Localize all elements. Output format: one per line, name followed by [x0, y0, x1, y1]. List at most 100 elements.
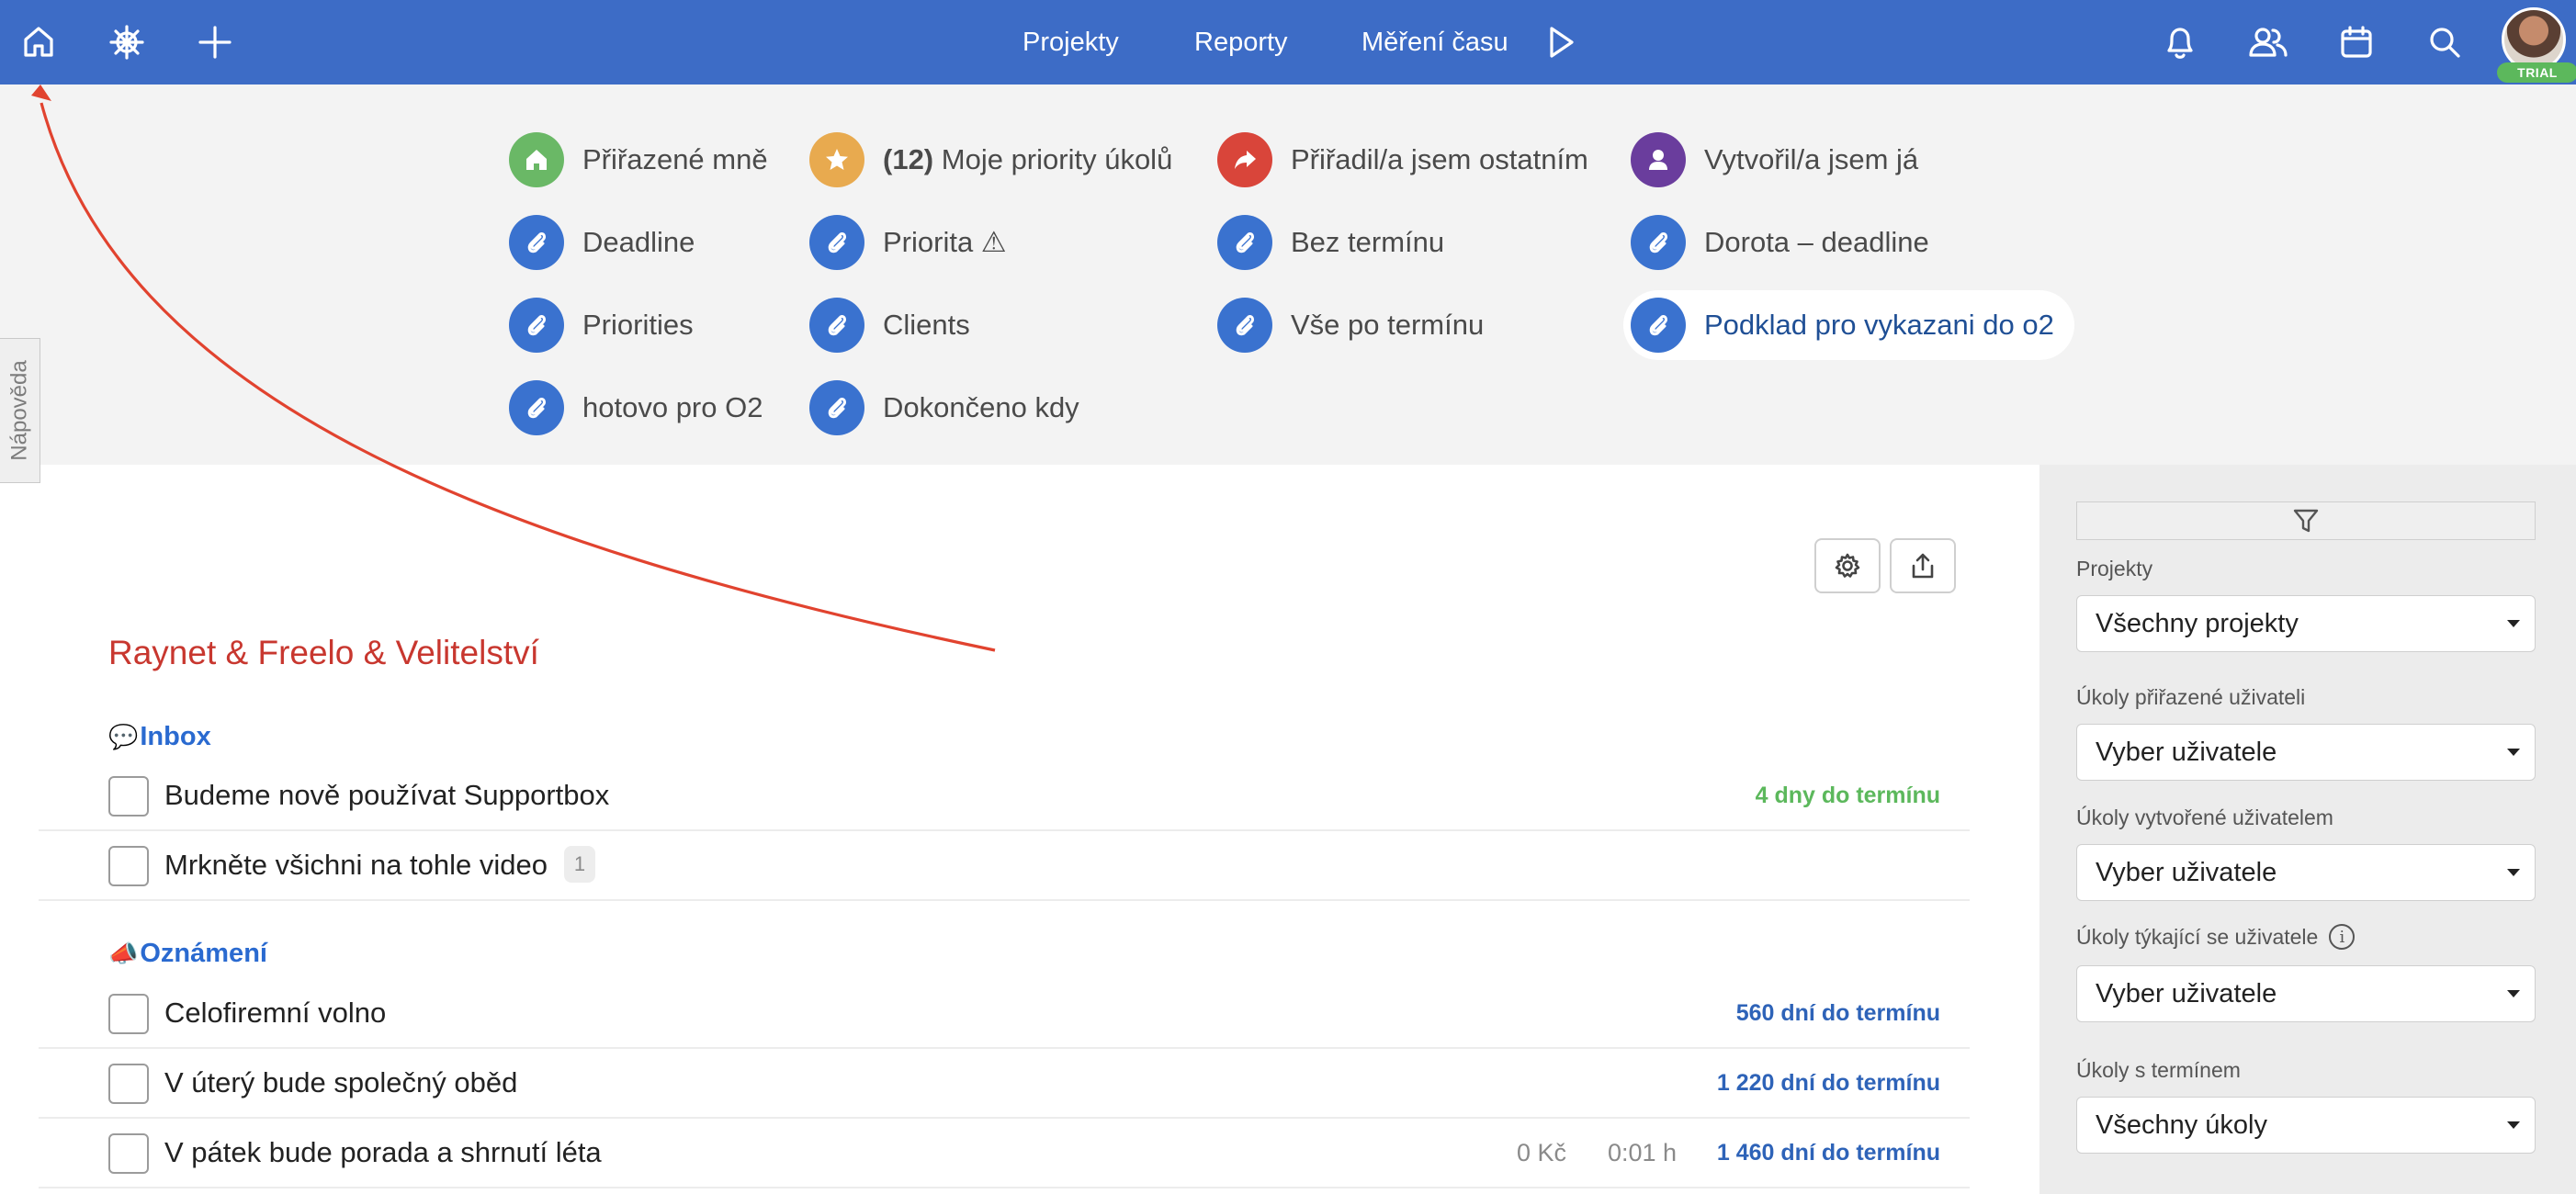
- priority-count: (12): [883, 143, 934, 175]
- select-value: Vyber uživatele: [2096, 979, 2277, 1008]
- help-tab[interactable]: Nápověda: [0, 338, 40, 483]
- quick-filter-bez-terminu[interactable]: Bez termínu: [1217, 208, 1444, 277]
- top-navigation-bar: Projekty Reporty Měření času TRIAL: [0, 0, 2576, 84]
- megaphone-icon: 📣: [108, 940, 139, 967]
- quick-filter-label: Přiřadil/a jsem ostatním: [1291, 143, 1588, 175]
- task-time: 0:01 h: [1608, 1139, 1678, 1166]
- caret-down-icon: [2507, 749, 2520, 756]
- section-title-text: Oznámení: [140, 939, 267, 968]
- task-name[interactable]: Mrkněte všichni na tohle video 1: [164, 831, 596, 899]
- quick-filter-label: Podklad pro vykazani do o2: [1704, 309, 2054, 341]
- user-icon: [1631, 132, 1686, 187]
- caret-down-icon: [2507, 869, 2520, 876]
- quick-filter-label: Priorita ⚠: [883, 226, 1007, 258]
- nav-time-tracking[interactable]: Měření času: [1361, 0, 1508, 84]
- quick-filter-assigned-to-me[interactable]: Přiřazené mně: [509, 125, 768, 195]
- task-row[interactable]: Mrkněte všichni na tohle video 1: [39, 831, 1970, 901]
- caret-down-icon: [2507, 990, 2520, 997]
- priority-label: Moje priority úkolů: [941, 143, 1173, 175]
- task-checkbox[interactable]: [108, 846, 149, 886]
- bell-icon[interactable]: [2157, 0, 2203, 84]
- helm-icon[interactable]: [101, 0, 153, 84]
- quick-filter-priorita[interactable]: Priorita ⚠: [809, 208, 1007, 277]
- paperclip-icon: [509, 380, 564, 435]
- quick-filters-panel: Přiřazené mně Deadline Priorities hotovo…: [0, 84, 2576, 465]
- quick-filter-label: Clients: [883, 309, 970, 341]
- nav-projects[interactable]: Projekty: [1022, 0, 1119, 84]
- share-arrow-icon: [1217, 132, 1272, 187]
- filter-label-with-deadline: Úkoly s termínem: [2076, 1058, 2241, 1082]
- filter-label-text: Úkoly týkající se uživatele: [2076, 924, 2319, 949]
- task-checkbox[interactable]: [108, 994, 149, 1034]
- quick-filter-label: Vše po termínu: [1291, 309, 1485, 341]
- select-value: Všechny úkoly: [2096, 1110, 2267, 1140]
- quick-filter-clients[interactable]: Clients: [809, 290, 970, 360]
- caret-down-icon: [2507, 620, 2520, 627]
- paperclip-icon: [809, 380, 864, 435]
- assigned-user-select[interactable]: Vyber uživatele: [2076, 724, 2536, 781]
- quick-filter-label: Deadline: [582, 226, 695, 258]
- plus-icon[interactable]: [189, 0, 241, 84]
- info-icon[interactable]: i: [2329, 924, 2356, 950]
- filter-label-projects: Projekty: [2076, 557, 2153, 580]
- quick-filter-label: Priorities: [582, 309, 694, 341]
- task-name[interactable]: Celofiremní volno: [164, 979, 386, 1047]
- quick-filter-priorities[interactable]: Priorities: [509, 290, 694, 360]
- quick-filter-my-priorities[interactable]: (12) Moje priority úkolů: [809, 125, 1172, 195]
- nav-reports[interactable]: Reporty: [1194, 0, 1288, 84]
- select-value: Všechny projekty: [2096, 609, 2299, 638]
- related-user-select[interactable]: Vyber uživatele: [2076, 965, 2536, 1022]
- quick-filter-label: Bez termínu: [1291, 226, 1445, 258]
- task-row[interactable]: Budeme nově používat Supportbox 4 dny do…: [39, 761, 1970, 831]
- task-checkbox[interactable]: [108, 1064, 149, 1104]
- task-name[interactable]: Budeme nově používat Supportbox: [164, 761, 609, 829]
- user-avatar[interactable]: TRIAL: [2497, 7, 2576, 83]
- quick-filter-label: Přiřazené mně: [582, 143, 768, 175]
- comment-count-badge: 1: [564, 845, 596, 883]
- quick-filter-assigned-to-others[interactable]: Přiřadil/a jsem ostatním: [1217, 125, 1588, 195]
- paperclip-icon: [1631, 298, 1686, 353]
- calendar-icon[interactable]: [2333, 0, 2379, 84]
- task-row[interactable]: V pátek bude porada a shrnutí léta 0 Kč …: [39, 1119, 1970, 1188]
- task-checkbox[interactable]: [108, 776, 149, 817]
- home-icon[interactable]: [13, 0, 64, 84]
- projects-select[interactable]: Všechny projekty: [2076, 595, 2536, 652]
- task-due: 1 220 dní do termínu: [1716, 1070, 1940, 1096]
- quick-filter-deadline[interactable]: Deadline: [509, 208, 695, 277]
- task-name-text: Mrkněte všichni na tohle video: [164, 849, 548, 881]
- task-row[interactable]: Celofiremní volno 560 dní do termínu: [39, 979, 1970, 1049]
- filter-label-related-to-user: Úkoly týkající se uživatele i: [2076, 924, 2356, 950]
- export-icon: [1912, 553, 1934, 579]
- search-icon[interactable]: [2422, 0, 2468, 84]
- settings-icon: [1835, 553, 1860, 578]
- home-icon: [509, 132, 564, 187]
- quick-filter-label: (12) Moje priority úkolů: [883, 143, 1172, 176]
- task-name[interactable]: V úterý bude společný oběd: [164, 1049, 517, 1117]
- quick-filter-vse-po-terminu[interactable]: Vše po termínu: [1217, 290, 1484, 360]
- quick-filter-label: Dorota – deadline: [1704, 226, 1929, 258]
- created-by-user-select[interactable]: Vyber uživatele: [2076, 844, 2536, 901]
- funnel-icon: [2293, 509, 2319, 533]
- quick-filter-dorota-deadline[interactable]: Dorota – deadline: [1631, 208, 1929, 277]
- users-icon[interactable]: [2243, 0, 2293, 84]
- export-button[interactable]: [1890, 538, 1956, 593]
- task-name[interactable]: V pátek bude porada a shrnutí léta: [164, 1119, 602, 1187]
- quick-filter-podklad-pro-vykazani[interactable]: Podklad pro vykazani do o2: [1623, 290, 2074, 360]
- project-title[interactable]: Raynet & Freelo & Velitelství: [108, 634, 539, 672]
- deadline-select[interactable]: Všechny úkoly: [2076, 1097, 2536, 1154]
- paperclip-icon: [809, 215, 864, 270]
- paperclip-icon: [1217, 215, 1272, 270]
- quick-filter-hotovo-pro-o2[interactable]: hotovo pro O2: [509, 373, 763, 443]
- section-title-announcements[interactable]: 📣Oznámení: [108, 939, 267, 969]
- settings-button[interactable]: [1814, 538, 1881, 593]
- filter-toggle[interactable]: [2076, 501, 2536, 540]
- speech-bubble-icon: 💬: [108, 723, 139, 750]
- task-checkbox[interactable]: [108, 1133, 149, 1174]
- section-title-inbox[interactable]: 💬Inbox: [108, 722, 211, 752]
- play-icon[interactable]: [1540, 0, 1582, 84]
- quick-filter-created-by-me[interactable]: Vytvořil/a jsem já: [1631, 125, 1918, 195]
- help-tab-label: Nápověda: [6, 360, 32, 461]
- filter-label-created-by-user: Úkoly vytvořené uživatelem: [2076, 805, 2333, 829]
- quick-filter-dokonceno-kdy[interactable]: Dokončeno kdy: [809, 373, 1079, 443]
- task-row[interactable]: V úterý bude společný oběd 1 220 dní do …: [39, 1049, 1970, 1119]
